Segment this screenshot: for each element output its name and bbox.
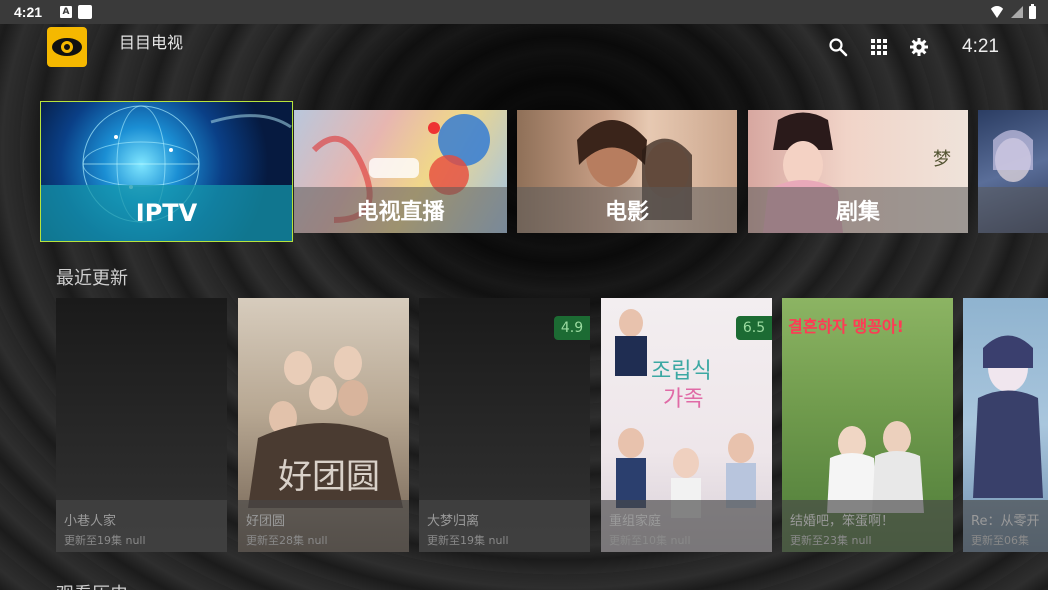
card-subtitle: 更新至06集 [971, 534, 1029, 547]
category-label: 电影 [604, 200, 649, 225]
apps-grid-icon[interactable] [868, 36, 890, 58]
status-time: 4:21 [14, 4, 43, 20]
media-card[interactable]: 4.9 大梦归离 更新至19集 null [419, 298, 590, 552]
category-label: 剧集 [835, 200, 880, 225]
battery-icon [1029, 3, 1036, 19]
card-title: 好团圆 [246, 514, 286, 529]
category-label-bar: 电视直播 [294, 187, 507, 233]
card-subtitle: 更新至23集 null [790, 534, 872, 547]
card-info: 好团圆 更新至28集 null [238, 500, 409, 552]
status-bar: 4:21 A [0, 0, 1048, 24]
category-label-bar [978, 187, 1048, 233]
category-label: IPTV [135, 199, 198, 227]
card-title: 结婚吧，笨蛋啊！ [790, 514, 895, 529]
rating-badge: 4.9 [554, 316, 590, 340]
svg-text:가족: 가족 [663, 387, 703, 412]
card-info: Re：从零开始的 更新至06集 [963, 500, 1048, 552]
status-indicators [989, 3, 1036, 19]
category-label-bar: IPTV [41, 185, 292, 241]
category-label-bar: 电影 [517, 187, 737, 233]
app-title: 目目电视 [119, 33, 184, 52]
wifi-icon [989, 6, 1005, 18]
svg-text:조립식: 조립식 [651, 359, 712, 384]
card-title: Re：从零开始的 [971, 514, 1040, 529]
svg-text:결혼하자 맹꽁아!: 결혼하자 맹꽁아! [788, 317, 904, 336]
category-tile-series[interactable]: 梦 剧集 [748, 110, 968, 233]
search-icon[interactable] [827, 36, 849, 58]
card-info: 结婚吧，笨蛋啊！ 更新至23集 null [782, 500, 953, 552]
rating-badge: 6.5 [736, 316, 772, 340]
eye-logo-icon [52, 38, 82, 56]
card-info: 重组家庭 更新至10集 null [601, 500, 772, 552]
card-subtitle: 更新至10集 null [609, 534, 691, 547]
card-subtitle: 更新至19集 null [64, 534, 146, 547]
card-title: 大梦归离 [427, 514, 480, 529]
category-label: 电视直播 [356, 200, 445, 225]
card-info: 大梦归离 更新至19集 null [419, 500, 590, 552]
card-info: 小巷人家 更新至19集 null [56, 500, 227, 552]
card-subtitle: 更新至19集 null [427, 534, 509, 547]
category-tile-movies[interactable]: 电影 [517, 110, 737, 233]
media-card[interactable]: 小巷人家 更新至19集 null [56, 298, 227, 552]
media-card[interactable]: 好团圆 好团圆 更新至28集 null [238, 298, 409, 552]
category-tile-live-tv[interactable]: 电视直播 [294, 110, 507, 233]
category-tile-more[interactable] [978, 110, 1048, 233]
media-card[interactable]: 결혼하자 맹꽁아! 结婚吧，笨蛋啊！ 更新至23集 null [782, 298, 953, 552]
category-label-bar: 剧集 [748, 187, 968, 233]
media-card[interactable]: 조립식 가족 6.5 重组家庭 更新至10集 null [601, 298, 772, 552]
media-card[interactable]: Re：从零开始的 更新至06集 [963, 298, 1048, 552]
category-tile-iptv[interactable]: IPTV [40, 101, 293, 242]
section-title-recent: 最近更新 [56, 268, 128, 289]
notification-square-icon [78, 5, 93, 19]
card-subtitle: 更新至28集 null [246, 534, 328, 547]
svg-text:梦: 梦 [933, 149, 951, 170]
cell-signal-icon [1011, 6, 1023, 18]
tv-home-screen: 4:21 A 目目电视 4:21 IPTV 电视直播 电影 梦 剧集 最近更新 … [0, 0, 1048, 590]
app-logo [47, 27, 87, 67]
header-clock: 4:21 [962, 36, 999, 57]
card-title: 小巷人家 [64, 514, 117, 529]
settings-gear-icon[interactable] [908, 36, 930, 58]
notification-a-icon: A [60, 6, 73, 18]
svg-text:好团圆: 好团圆 [278, 457, 380, 497]
card-title: 重组家庭 [609, 514, 662, 529]
section-title-history: 观看历史 [56, 580, 128, 590]
